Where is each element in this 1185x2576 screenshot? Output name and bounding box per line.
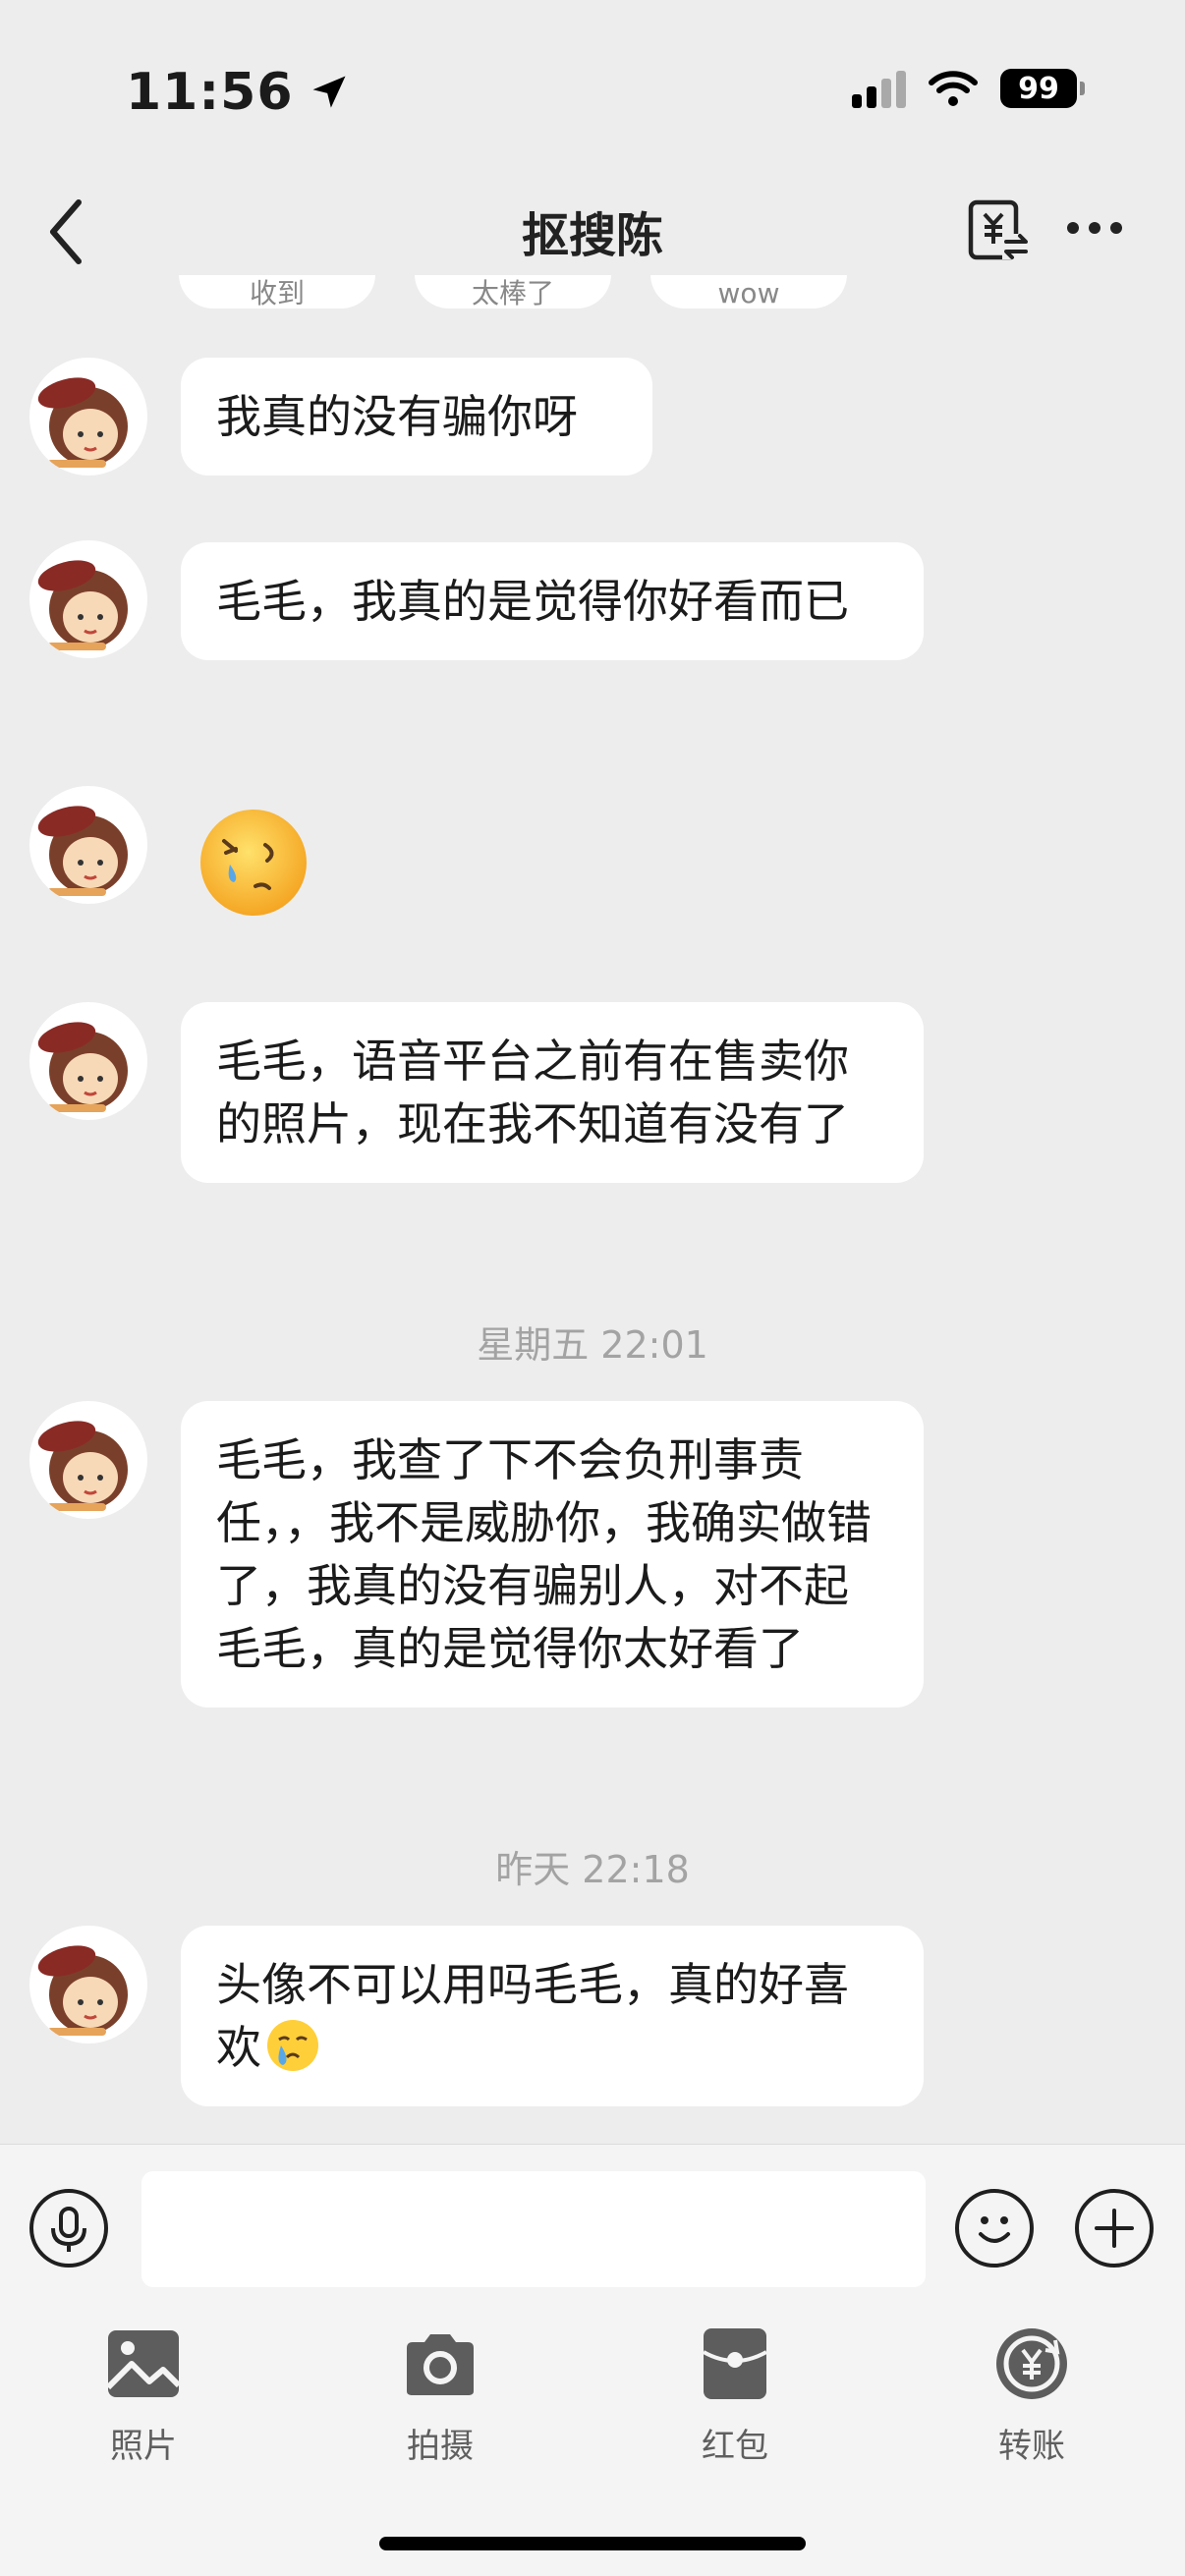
photo-icon <box>105 2330 182 2397</box>
camera-icon <box>407 2334 474 2395</box>
avatar[interactable] <box>29 358 147 476</box>
chip[interactable]: 太棒了 <box>415 275 611 309</box>
status-time: 11:56 <box>126 63 351 122</box>
battery-level: 99 <box>1018 71 1059 106</box>
red-packet-icon <box>703 2328 767 2399</box>
plus-icon <box>1095 2209 1134 2248</box>
avatar-cartoon-icon <box>37 560 128 650</box>
chip[interactable]: 收到 <box>179 275 375 309</box>
toolbar-item-camera[interactable]: 拍摄 <box>362 2326 519 2467</box>
avatar[interactable] <box>29 540 147 658</box>
wifi-icon <box>929 71 978 106</box>
transfer-icon <box>996 2328 1067 2399</box>
toolbar-item-label: 红包 <box>702 2427 768 2466</box>
timestamp: 昨天 22:18 <box>495 1848 690 1891</box>
status-indicators: 99 <box>852 69 1085 108</box>
voice-input-button[interactable] <box>29 2189 108 2268</box>
avatar[interactable] <box>29 1002 147 1120</box>
toolbar-item-photo[interactable]: 照片 <box>65 2326 222 2467</box>
emoji-button[interactable] <box>955 2189 1034 2268</box>
toolbar-item-label: 照片 <box>110 2427 177 2466</box>
avatar-cartoon-icon <box>37 1945 128 2036</box>
message-bubble[interactable]: 头像不可以用吗毛毛，真的好喜欢 <box>181 1926 924 2106</box>
transfer-money-icon[interactable] <box>967 198 1032 263</box>
avatar-cartoon-icon <box>37 806 128 896</box>
status-time-text: 11:56 <box>126 63 294 122</box>
avatar[interactable] <box>29 1926 147 2044</box>
message-bubble[interactable]: 毛毛，语音平台之前有在售卖你的照片，现在我不知道有没有了 <box>181 1002 924 1183</box>
avatar[interactable] <box>29 1401 147 1519</box>
home-indicator[interactable] <box>379 2537 806 2550</box>
toolbar-item-red-packet[interactable]: 红包 <box>656 2326 814 2467</box>
toolbar-item-transfer[interactable]: 转账 <box>953 2326 1110 2467</box>
battery-icon: 99 <box>1000 69 1085 108</box>
avatar[interactable] <box>29 786 147 904</box>
avatar-cartoon-icon <box>37 377 128 468</box>
message-bubble[interactable]: 毛毛，我真的是觉得你好看而已 <box>181 542 924 660</box>
message-input[interactable] <box>141 2171 926 2287</box>
avatar-cartoon-icon <box>37 1022 128 1112</box>
location-arrow-icon <box>312 76 346 108</box>
smiley-face-icon <box>979 2216 1010 2243</box>
more-functions-button[interactable] <box>1075 2189 1154 2268</box>
crying-tired-face-emoji-icon[interactable] <box>197 806 310 920</box>
cellular-signal-icon <box>852 69 906 108</box>
message-bubble[interactable]: 毛毛，我查了下不会负刑事责任，，我不是威胁你，我确实做错了，我真的没有骗别人，对… <box>181 1401 924 1708</box>
quick-reply-chips: 收到 太棒了 wow <box>0 275 1185 322</box>
toolbar-item-label: 拍摄 <box>407 2427 474 2466</box>
crying-face-emoji-icon <box>267 2020 318 2071</box>
toolbar-item-label: 转账 <box>998 2427 1065 2466</box>
message-bubble[interactable]: 我真的没有骗你呀 <box>181 358 652 476</box>
microphone-icon <box>51 2207 86 2252</box>
more-options-icon[interactable] <box>1067 222 1122 234</box>
avatar-cartoon-icon <box>37 1421 128 1511</box>
timestamp: 星期五 22:01 <box>477 1323 708 1367</box>
chip[interactable]: wow <box>650 275 847 309</box>
